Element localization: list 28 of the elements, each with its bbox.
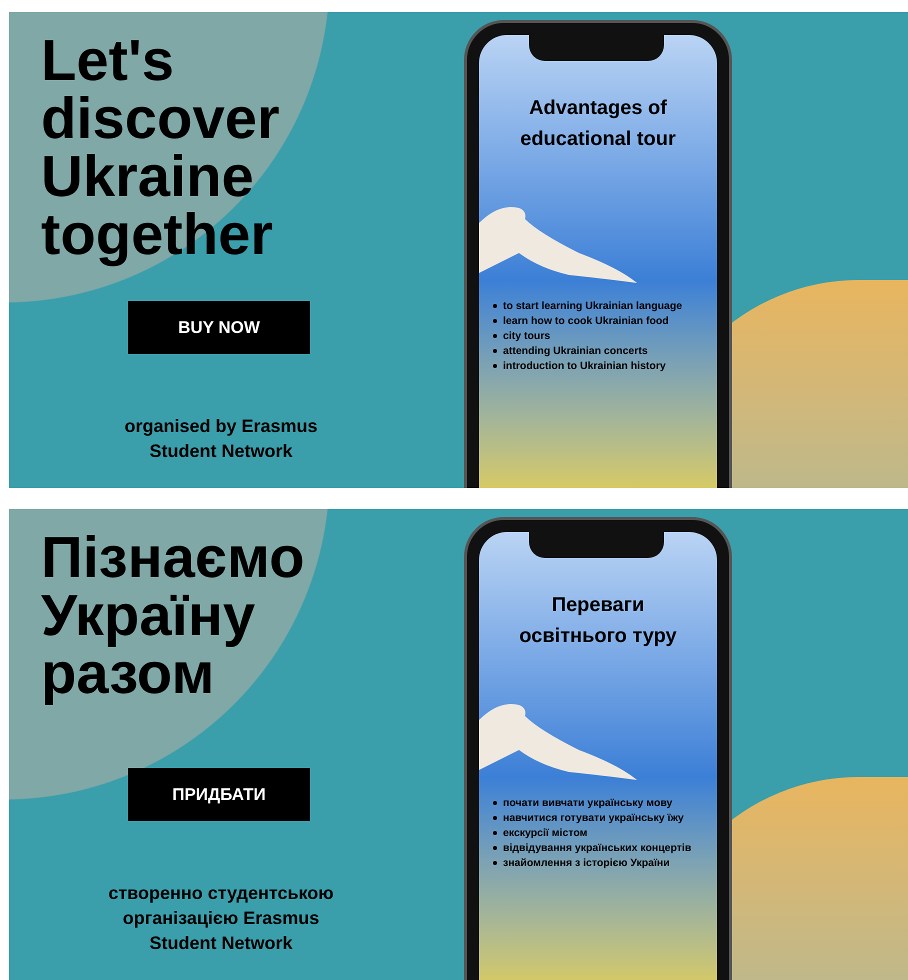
bullet-icon xyxy=(493,319,497,323)
bullet-icon xyxy=(493,861,497,865)
headline: Пізнаємо Україну разом xyxy=(41,529,306,703)
bullet-icon xyxy=(493,846,497,850)
advantage-item: attending Ukrainian concerts xyxy=(503,344,648,359)
advantage-item: знайомлення з історією України xyxy=(503,856,670,871)
bullet-icon xyxy=(493,304,497,308)
screen-title: Переваги освітнього туру xyxy=(518,593,678,649)
bullet-icon xyxy=(493,334,497,338)
advantage-item: почати вивчати українську мову xyxy=(503,796,672,811)
bullet-icon xyxy=(493,831,497,835)
bullet-icon xyxy=(493,364,497,368)
advantage-item: learn how to cook Ukrainian food xyxy=(503,314,669,329)
bullet-icon xyxy=(493,801,497,805)
bullet-icon xyxy=(493,816,497,820)
advantage-item: навчитися готувати українську їжу xyxy=(503,811,684,826)
organizer-credit: organised by Erasmus Student Network xyxy=(123,415,319,463)
advantage-item: introduction to Ukrainian history xyxy=(503,359,666,374)
buy-button[interactable]: BUY NOW xyxy=(128,301,310,354)
advantage-item: відвідування українських концертів xyxy=(503,841,692,856)
organizer-credit: створенно студентською організацією Erasmus Student Network xyxy=(107,882,335,955)
headline: Let's discover Ukraine together xyxy=(41,32,281,264)
advantage-item: city tours xyxy=(503,329,550,344)
advantage-item: to start learning Ukrainian language xyxy=(503,299,682,314)
buy-button[interactable]: ПРИДБАТИ xyxy=(128,768,310,821)
screen-title: Advantages of educational tour xyxy=(519,96,677,152)
bullet-icon xyxy=(493,349,497,353)
advantage-item: екскурсії містом xyxy=(503,826,588,841)
